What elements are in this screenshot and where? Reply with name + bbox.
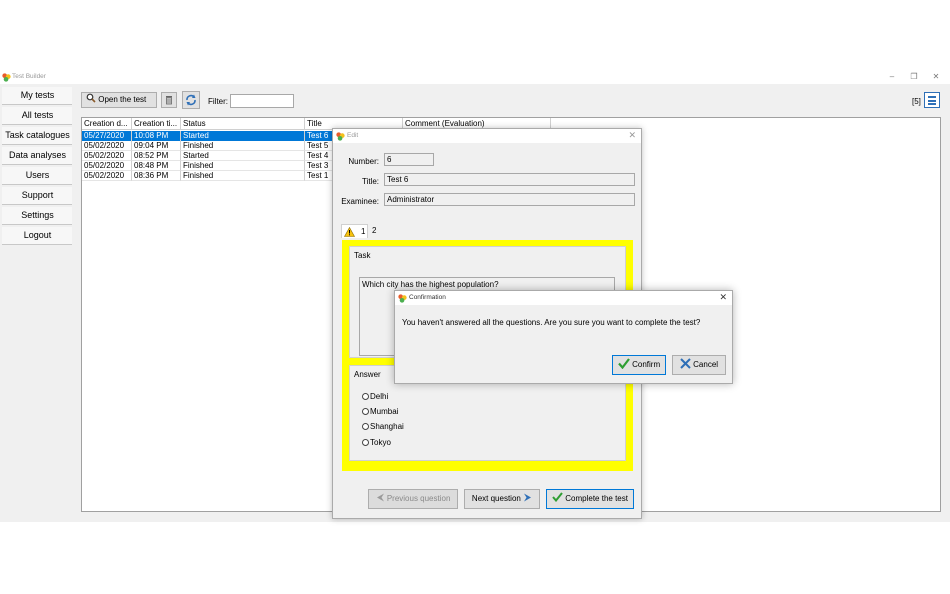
close-window-button[interactable]: ✕ xyxy=(926,71,946,83)
sidebar-item-my-tests[interactable]: My tests xyxy=(2,87,73,105)
radio-button[interactable] xyxy=(362,408,369,415)
previous-question-label: Previous question xyxy=(386,494,451,503)
arrow-left-icon xyxy=(376,493,384,502)
app-logo-icon xyxy=(398,294,407,303)
cell-status: Finished xyxy=(181,141,305,151)
cross-icon xyxy=(680,358,691,369)
complete-test-label: Complete the test xyxy=(565,494,628,503)
cell-creation-time: 09:04 PM xyxy=(132,141,181,151)
cell-creation-date: 05/02/2020 xyxy=(82,141,132,151)
answer-label: Answer xyxy=(354,370,381,379)
sidebar-item-logout[interactable]: Logout xyxy=(2,227,73,245)
open-test-label: Open the test xyxy=(98,95,147,104)
test-count: [5] xyxy=(912,97,921,106)
cell-creation-time: 08:52 PM xyxy=(132,151,181,161)
radio-button[interactable] xyxy=(362,393,369,400)
cell-status: Finished xyxy=(181,161,305,171)
task-label: Task xyxy=(354,251,371,260)
delete-button[interactable] xyxy=(161,92,177,108)
option-label: Delhi xyxy=(370,392,389,401)
cell-creation-date: 05/02/2020 xyxy=(82,151,132,161)
edit-dialog-title: Edit xyxy=(347,132,359,139)
refresh-button[interactable] xyxy=(182,91,200,109)
cell-creation-time: 10:08 PM xyxy=(132,131,181,141)
cell-status: Started xyxy=(181,131,305,141)
cell-creation-date: 05/27/2020 xyxy=(82,131,132,141)
filter-label: Filter: xyxy=(208,97,228,106)
complete-test-button[interactable]: Complete the test xyxy=(546,489,634,509)
title-field[interactable]: Test 6 xyxy=(384,173,635,186)
confirm-button[interactable]: Confirm xyxy=(612,355,666,375)
radio-button[interactable] xyxy=(362,439,369,446)
number-field[interactable]: 6 xyxy=(384,153,434,166)
cell-creation-date: 05/02/2020 xyxy=(82,161,132,171)
confirmation-titlebar: Confirmation ✕ xyxy=(395,291,732,305)
next-question-button[interactable]: Next question xyxy=(464,489,540,509)
cancel-label: Cancel xyxy=(693,360,719,369)
option-label: Mumbai xyxy=(370,407,399,416)
sidebar-item-support[interactable]: Support xyxy=(2,187,73,205)
sidebar-item-task-catalogues[interactable]: Task catalogues xyxy=(2,127,73,145)
window-title: Test Builder xyxy=(12,73,46,80)
cancel-button[interactable]: Cancel xyxy=(672,355,726,375)
confirmation-message: You haven't answered all the questions. … xyxy=(402,318,701,327)
edit-dialog-titlebar: Edit ✕ xyxy=(333,129,641,143)
tab-label: 2 xyxy=(372,226,377,235)
confirmation-title: Confirmation xyxy=(409,294,446,301)
arrow-right-icon xyxy=(524,493,532,502)
cell-status: Started xyxy=(181,151,305,161)
menu-button[interactable] xyxy=(924,92,940,108)
cell-status: Finished xyxy=(181,171,305,181)
app-logo-icon xyxy=(336,132,345,141)
examinee-label: Examinee: xyxy=(341,197,379,206)
sidebar-item-settings[interactable]: Settings xyxy=(2,207,73,225)
restore-button[interactable]: ❐ xyxy=(904,71,924,83)
checkmark-icon xyxy=(552,492,563,503)
title-label: Title: xyxy=(361,177,379,186)
close-icon[interactable]: ✕ xyxy=(628,130,636,141)
column-header-creation-date[interactable]: Creation d... xyxy=(82,118,132,130)
sidebar-item-users[interactable]: Users xyxy=(2,167,73,185)
cell-creation-date: 05/02/2020 xyxy=(82,171,132,181)
filter-input[interactable] xyxy=(230,94,294,108)
previous-question-button[interactable]: Previous question xyxy=(368,489,458,509)
column-header-creation-time[interactable]: Creation ti... xyxy=(132,118,181,130)
tab-label: 1 xyxy=(361,227,366,236)
option-label: Tokyo xyxy=(370,438,391,447)
number-label: Number: xyxy=(348,157,379,166)
sidebar-item-data-analyses[interactable]: Data analyses xyxy=(2,147,73,165)
window-titlebar: Test Builder – ❐ ✕ xyxy=(0,70,950,84)
examinee-field[interactable]: Administrator xyxy=(384,193,635,206)
cell-creation-time: 08:36 PM xyxy=(132,171,181,181)
option-label: Shanghai xyxy=(370,422,404,431)
app-logo-icon xyxy=(2,73,11,82)
column-header-status[interactable]: Status xyxy=(181,118,305,130)
tab-question-2[interactable]: 2 xyxy=(372,224,384,238)
open-test-button[interactable]: Open the test xyxy=(81,92,157,108)
sidebar-item-all-tests[interactable]: All tests xyxy=(2,107,73,125)
tab-question-1[interactable]: 1 xyxy=(341,224,368,238)
answer-option-delhi[interactable]: Delhi xyxy=(362,392,388,401)
confirm-label: Confirm xyxy=(632,360,661,369)
answer-option-shanghai[interactable]: Shanghai xyxy=(362,422,404,431)
confirmation-dialog: Confirmation ✕ You haven't answered all … xyxy=(394,290,733,384)
next-question-label: Next question xyxy=(471,494,521,503)
sidebar-nav: My tests All tests Task catalogues Data … xyxy=(2,87,73,247)
refresh-icon xyxy=(186,94,196,106)
checkmark-icon xyxy=(618,358,630,370)
search-icon xyxy=(86,93,96,103)
answer-option-tokyo[interactable]: Tokyo xyxy=(362,438,391,447)
close-icon[interactable]: ✕ xyxy=(719,292,727,303)
trash-icon xyxy=(166,96,172,105)
cell-creation-time: 08:48 PM xyxy=(132,161,181,171)
warning-icon xyxy=(344,227,355,237)
minimize-button[interactable]: – xyxy=(882,71,902,83)
radio-button[interactable] xyxy=(362,423,369,430)
answer-option-mumbai[interactable]: Mumbai xyxy=(362,407,398,416)
